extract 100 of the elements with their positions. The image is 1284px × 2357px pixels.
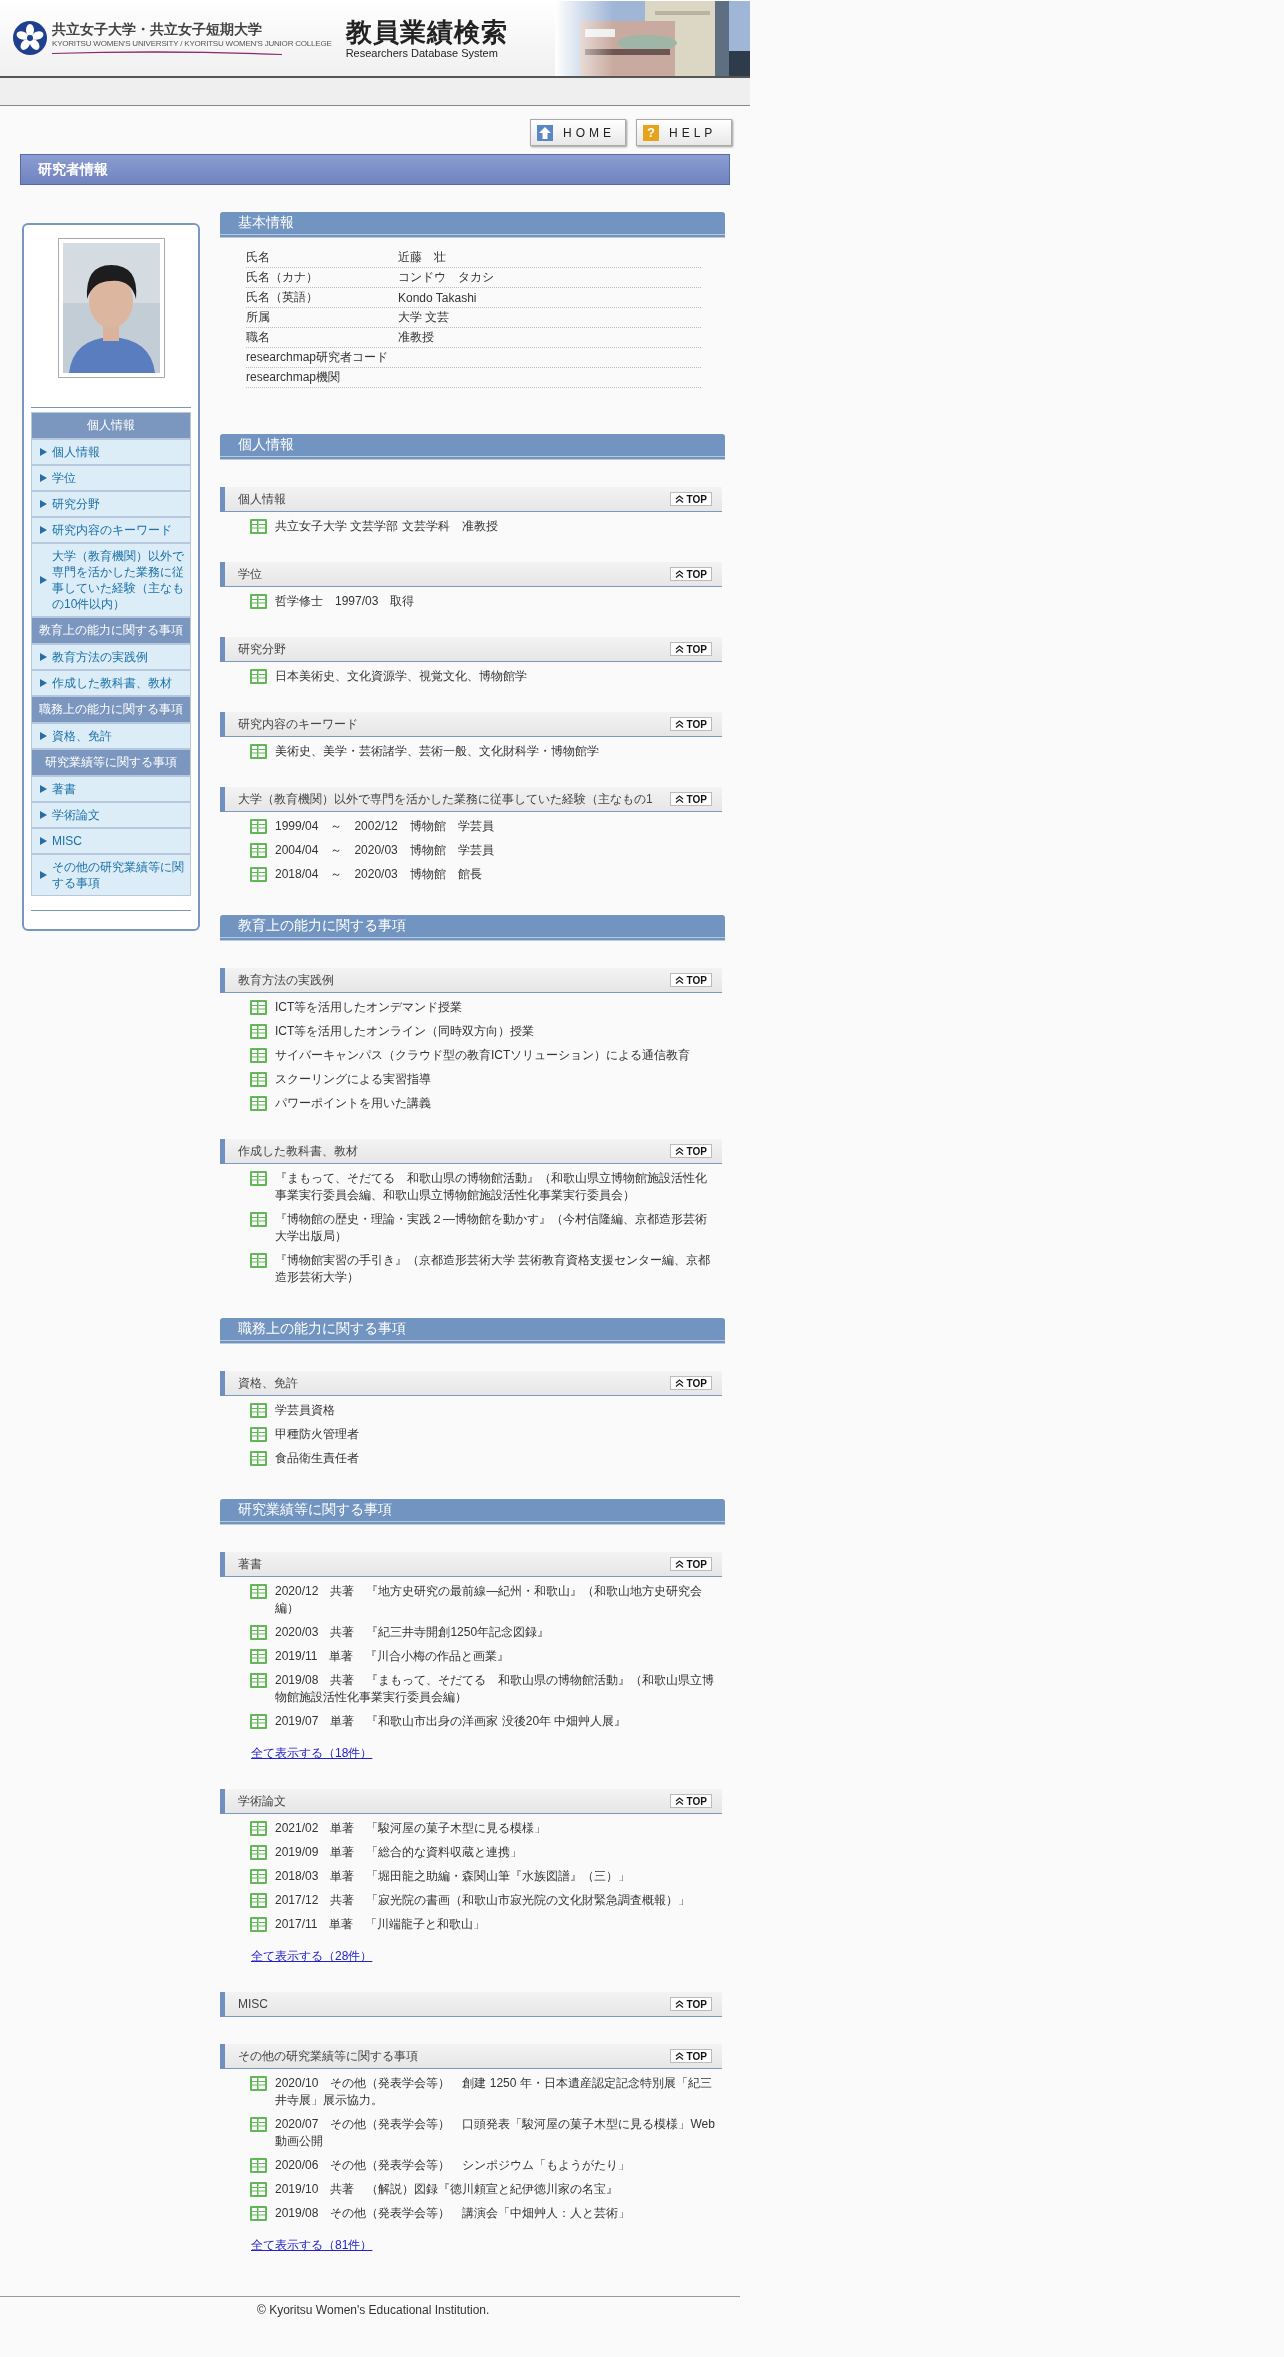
list-item-text: 2020/10 その他（発表学会等） 創建 1250 年・日本遺産認定記念特別展「紀三井寺展」展示協力。 [275,2075,713,2109]
top-button[interactable]: TOP [669,567,712,581]
subsection-title: 大学（教育機関）以外で専門を活かした業務に従事していた経験（主なもの1 [238,790,653,808]
chevron-up-icon [674,645,684,653]
chevron-up-icon [674,2052,684,2060]
sidebar-link[interactable]: 著書 [31,776,191,802]
chevron-up-icon [674,570,684,578]
help-icon: ? [643,124,659,141]
list-icon [250,2117,267,2132]
list-item-text: 甲種防火管理者 [275,1426,359,1443]
copyright-text: © Kyoritsu Women's Educational Institution. [257,2303,490,2317]
top-button[interactable]: TOP [669,492,712,506]
subsection-title: 資格、免許 [238,1374,298,1392]
section-title: 個人情報 [238,436,294,454]
list-item-text: 2019/08 共著 『まもって、そだてる 和歌山県の博物館活動』（和歌山県立博物館施設活性化事業実行委員会編） [275,1672,716,1706]
list-icon [250,1024,267,1039]
triangle-icon [40,526,47,534]
top-button[interactable]: TOP [669,1794,712,1808]
chevron-up-icon [674,976,684,984]
sidebar-link[interactable]: 資格、免許 [31,723,191,749]
chevron-up-icon [674,720,684,728]
top-button[interactable]: TOP [669,973,712,987]
list-item-text: 2020/03 共著 『紀三井寺開創1250年記念図録』 [275,1624,550,1641]
triangle-icon [40,474,47,482]
list-item-text: 共立女子大学 文芸学部 文芸学科 准教授 [275,518,498,535]
subsection-title: 研究内容のキーワード [238,715,358,733]
sidebar-link[interactable]: その他の研究業績等に関する事項 [31,854,191,896]
top-button[interactable]: TOP [669,1144,712,1158]
sidebar-link[interactable]: 研究内容のキーワード [31,517,191,543]
field-label: 氏名 [246,249,271,266]
list-item-text: パワーポイントを用いた講義 [275,1095,431,1112]
show-all-link[interactable]: 全て表示する（81件） [251,2237,373,2254]
list-icon [250,744,267,759]
menu-heading: 研究業績等に関する事項 [31,749,191,776]
list-icon [250,1845,267,1860]
sidebar-link[interactable]: 大学（教育機関）以外で専門を活かした業務に従事していた経験（主なもの10件以内） [31,543,191,617]
list-icon [250,1427,267,1442]
university-name: 共立女子大学・共立女子短期大学 [52,21,263,39]
list-item-text: 2018/04 ～ 2020/03 博物館 館長 [275,866,482,883]
sidebar-link[interactable]: 作成した教科書、教材 [31,670,191,696]
field-value: コンドウ タカシ [398,269,494,286]
top-button[interactable]: TOP [669,717,712,731]
list-icon [250,843,267,858]
list-item-text: 日本美術史、文化資源学、視覚文化、博物館学 [275,668,527,685]
sidebar-link[interactable]: 研究分野 [31,491,191,517]
list-item-text: 2020/12 共著 『地方史研究の最前線―紀州・和歌山』（和歌山地方史研究会編） [275,1583,704,1617]
menu-heading: 個人情報 [31,412,191,439]
subsection-title: 個人情報 [238,490,286,508]
list-item-text: 『博物館の歴史・理論・実践２―博物館を動かす』（今村信隆編、京都造形芸術大学出版局） [275,1211,708,1245]
list-icon [250,2206,267,2221]
show-all-link[interactable]: 全て表示する（28件） [251,1948,373,1965]
list-item-text: スクーリングによる実習指導 [275,1071,431,1088]
list-icon [250,519,267,534]
help-button[interactable]: ? HELP [636,119,732,146]
list-icon [250,1212,267,1227]
subsection-title: 作成した教科書、教材 [238,1142,358,1160]
top-button[interactable]: TOP [669,642,712,656]
sidebar-link[interactable]: MISC [31,828,191,854]
top-button[interactable]: TOP [669,792,712,806]
triangle-icon [40,785,47,793]
list-icon [250,594,267,609]
triangle-icon [40,732,47,740]
subsection-title: 教育方法の実践例 [238,971,334,989]
list-item-text: 2020/06 その他（発表学会等） シンポジウム「もようがたり」 [275,2157,631,2174]
chevron-up-icon [674,2000,684,2008]
sidebar-link[interactable]: 学位 [31,465,191,491]
sidebar-link[interactable]: 学術論文 [31,802,191,828]
list-icon [250,669,267,684]
show-all-link[interactable]: 全て表示する（18件） [251,1745,373,1762]
list-icon [250,1625,267,1640]
field-label: 氏名（カナ） [246,269,319,286]
chevron-up-icon [674,1560,684,1568]
top-button[interactable]: TOP [669,2049,712,2063]
list-icon [250,2158,267,2173]
list-icon [250,1171,267,1186]
field-label: researchmap研究者コード [246,349,390,366]
list-icon [250,1096,267,1111]
list-item-text: 『博物館実習の手引き』（京都造形芸術大学 芸術教育資格支援センター編、京都造形芸術大学） [275,1252,712,1286]
triangle-icon [40,837,47,845]
list-icon [250,1893,267,1908]
section-title: 職務上の能力に関する事項 [238,1320,406,1338]
list-icon [250,867,267,882]
list-item-text: 2019/07 単著 『和歌山市出身の洋画家 没後20年 中畑艸人展』 [275,1713,627,1730]
top-button[interactable]: TOP [669,1997,712,2011]
subsection-title: 著書 [238,1555,262,1573]
top-button[interactable]: TOP [669,1557,712,1571]
sidebar-link[interactable]: 教育方法の実践例 [31,644,191,670]
chevron-up-icon [674,1379,684,1387]
subsection-title: 研究分野 [238,640,286,658]
triangle-icon [40,576,47,584]
home-button[interactable]: HOME [530,119,626,146]
list-item-text: 哲学修士 1997/03 取得 [275,593,415,610]
list-item-text: 2017/11 単著 「川端龍子と和歌山」 [275,1916,486,1933]
list-icon [250,1673,267,1688]
top-button[interactable]: TOP [669,1376,712,1390]
list-item-text: 2018/03 単著 「堀田龍之助編・森関山筆『水族図譜』（三）」 [275,1868,631,1885]
list-icon [250,1048,267,1063]
section-title: 基本情報 [238,214,294,232]
triangle-icon [40,500,47,508]
sidebar-link[interactable]: 個人情報 [31,439,191,465]
